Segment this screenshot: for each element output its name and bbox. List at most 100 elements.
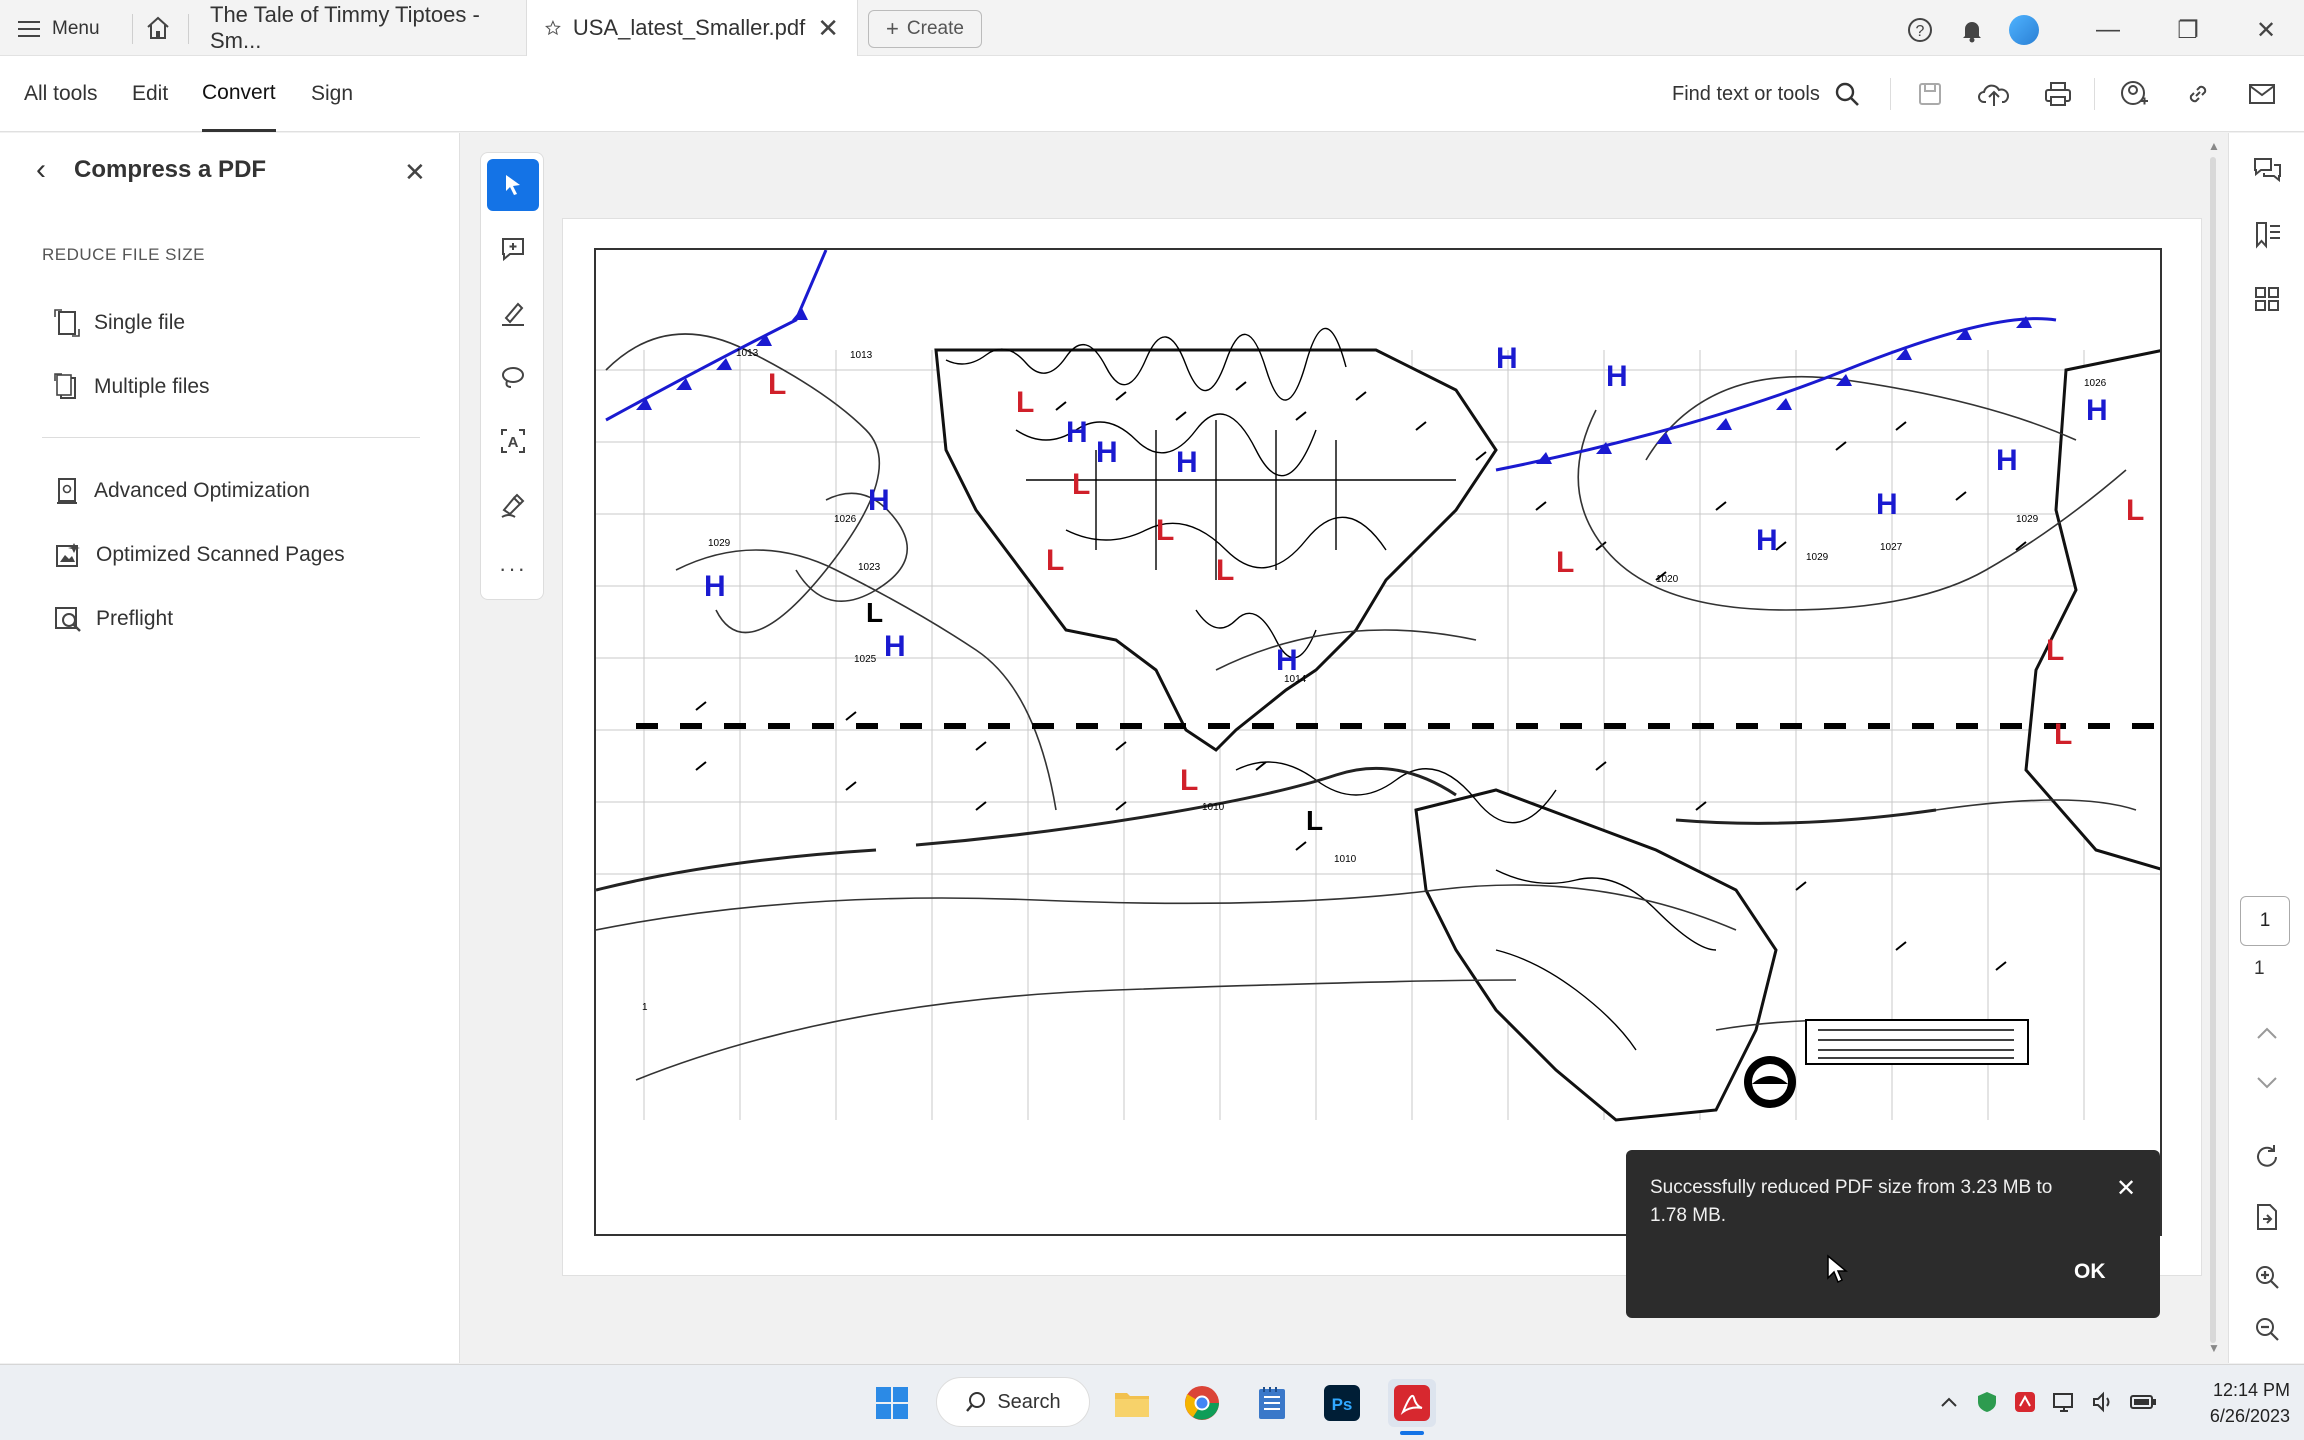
volume-icon[interactable]: [2088, 1387, 2118, 1417]
chrome-app[interactable]: [1178, 1379, 1226, 1427]
text-recognition-tool[interactable]: A: [487, 415, 539, 467]
draw-tool[interactable]: [487, 351, 539, 403]
optimized-scanned-pages-option[interactable]: Optimized Scanned Pages: [54, 535, 345, 575]
menu-sign[interactable]: Sign: [311, 56, 353, 132]
menu-all-tools[interactable]: All tools: [24, 56, 98, 132]
current-page-number: 1: [2259, 910, 2271, 931]
start-button[interactable]: [868, 1379, 916, 1427]
scroll-up-arrow-icon[interactable]: ▲: [2208, 139, 2220, 153]
svg-text:H: H: [884, 630, 906, 663]
lasso-icon: [502, 367, 524, 388]
home-icon[interactable]: [144, 14, 172, 47]
battery-icon[interactable]: [2128, 1387, 2158, 1417]
zoom-out-icon[interactable]: [2247, 1309, 2287, 1349]
advanced-optimization-icon: [57, 478, 77, 504]
menu-button[interactable]: Menu: [18, 12, 100, 46]
svg-text:?: ?: [1916, 23, 1925, 40]
toast-ok-button[interactable]: OK: [2074, 1260, 2106, 1284]
sign-tool[interactable]: [487, 479, 539, 531]
taskbar-search[interactable]: Search: [936, 1377, 1090, 1427]
mail-icon[interactable]: [2242, 74, 2282, 114]
svg-text:1010: 1010: [1334, 854, 1357, 865]
close-panel-icon[interactable]: ✕: [404, 157, 426, 188]
advanced-optimization-option[interactable]: Advanced Optimization: [54, 471, 310, 511]
comments-icon[interactable]: [2247, 151, 2287, 191]
notepad-icon: [1259, 1387, 1285, 1419]
security-shield-icon[interactable]: [1972, 1387, 2002, 1417]
star-icon[interactable]: [545, 14, 561, 42]
more-tools-icon[interactable]: ···: [487, 543, 539, 595]
scroll-thumb[interactable]: [2210, 157, 2216, 1343]
rotate-icon[interactable]: [2247, 1137, 2287, 1177]
bookmark-icon[interactable]: [2247, 215, 2287, 255]
chevron-down-icon[interactable]: [2247, 1063, 2287, 1103]
print-icon[interactable]: [2038, 74, 2078, 114]
creative-cloud-icon[interactable]: [2010, 1387, 2040, 1417]
restore-icon[interactable]: ❐: [2168, 10, 2208, 50]
toast-close-icon[interactable]: ✕: [2116, 1174, 2136, 1203]
divider: [1890, 78, 1891, 110]
single-file-icon: [54, 309, 80, 337]
avatar[interactable]: [2004, 10, 2044, 50]
help-icon[interactable]: ?: [1900, 10, 1940, 50]
divider: [2094, 78, 2095, 110]
title-bar: Menu The Tale of Timmy Tiptoes - Sm... U…: [0, 0, 2304, 56]
svg-text:1026: 1026: [834, 514, 857, 525]
svg-text:L: L: [1072, 468, 1090, 501]
svg-text:L: L: [2046, 634, 2064, 667]
svg-text:H: H: [1066, 416, 1088, 449]
page-export-icon[interactable]: [2247, 1197, 2287, 1237]
link-icon[interactable]: [2178, 74, 2218, 114]
menu-edit[interactable]: Edit: [132, 56, 168, 132]
create-button[interactable]: + Create: [868, 10, 982, 48]
option-label: Advanced Optimization: [94, 479, 310, 502]
share-user-icon[interactable]: [2114, 74, 2154, 114]
single-file-option[interactable]: Single file: [54, 303, 185, 343]
system-clock[interactable]: 12:14 PM 6/26/2023: [2186, 1377, 2290, 1429]
compress-success-toast: Successfully reduced PDF size from 3.23 …: [1626, 1150, 2160, 1318]
tab-usa-latest[interactable]: USA_latest_Smaller.pdf ✕: [526, 0, 858, 56]
network-icon[interactable]: [2050, 1387, 2080, 1417]
svg-text:L: L: [2054, 718, 2072, 751]
upload-cloud-icon[interactable]: [1974, 74, 2014, 114]
photoshop-app[interactable]: Ps: [1318, 1379, 1366, 1427]
svg-text:1026: 1026: [2084, 378, 2107, 389]
zoom-in-icon[interactable]: [2247, 1257, 2287, 1297]
svg-text:1029: 1029: [2016, 514, 2039, 525]
current-page-input[interactable]: 1: [2240, 896, 2290, 946]
mouse-cursor-icon: [1826, 1254, 1849, 1289]
svg-text:1013: 1013: [736, 348, 759, 359]
scroll-down-arrow-icon[interactable]: ▼: [2208, 1341, 2220, 1355]
minimize-icon[interactable]: —: [2088, 10, 2128, 50]
vertical-scrollbar[interactable]: ▲ ▼: [2200, 133, 2228, 1363]
option-label: Multiple files: [94, 375, 210, 398]
file-explorer-app[interactable]: [1108, 1379, 1156, 1427]
notepad-app[interactable]: [1248, 1379, 1296, 1427]
bell-icon[interactable]: [1952, 10, 1992, 50]
menu-convert[interactable]: Convert: [202, 56, 276, 132]
back-arrow-icon[interactable]: ‹: [36, 153, 46, 187]
highlighter-icon: [502, 302, 524, 326]
svg-text:1023: 1023: [858, 562, 881, 573]
tab-title: USA_latest_Smaller.pdf: [572, 15, 806, 40]
select-tool[interactable]: [487, 159, 539, 211]
svg-text:Ps: Ps: [1332, 1395, 1353, 1414]
close-tab-icon[interactable]: ✕: [817, 13, 839, 44]
chevron-up-icon[interactable]: [2247, 1013, 2287, 1053]
thumbnails-icon[interactable]: [2247, 279, 2287, 319]
add-comment-tool[interactable]: [487, 223, 539, 275]
highlight-tool[interactable]: [487, 287, 539, 339]
preflight-option[interactable]: Preflight: [54, 599, 173, 639]
chevron-up-icon[interactable]: [1934, 1387, 1964, 1417]
multiple-files-option[interactable]: Multiple files: [54, 367, 210, 407]
close-window-icon[interactable]: ✕: [2246, 10, 2286, 50]
save-icon[interactable]: [1910, 74, 1950, 114]
search-icon: [966, 1392, 986, 1412]
tab-timmy-tiptoes[interactable]: The Tale of Timmy Tiptoes - Sm...: [192, 0, 522, 56]
svg-text:L: L: [866, 597, 883, 628]
clock-date: 6/26/2023: [2209, 1406, 2290, 1426]
find-tools[interactable]: Find text or tools: [1672, 76, 1860, 112]
surface-analysis-map: H H H H H H H H H H H H H L L L L L L L …: [596, 250, 2160, 1234]
search-label: Search: [997, 1390, 1061, 1413]
acrobat-app[interactable]: [1388, 1379, 1436, 1427]
